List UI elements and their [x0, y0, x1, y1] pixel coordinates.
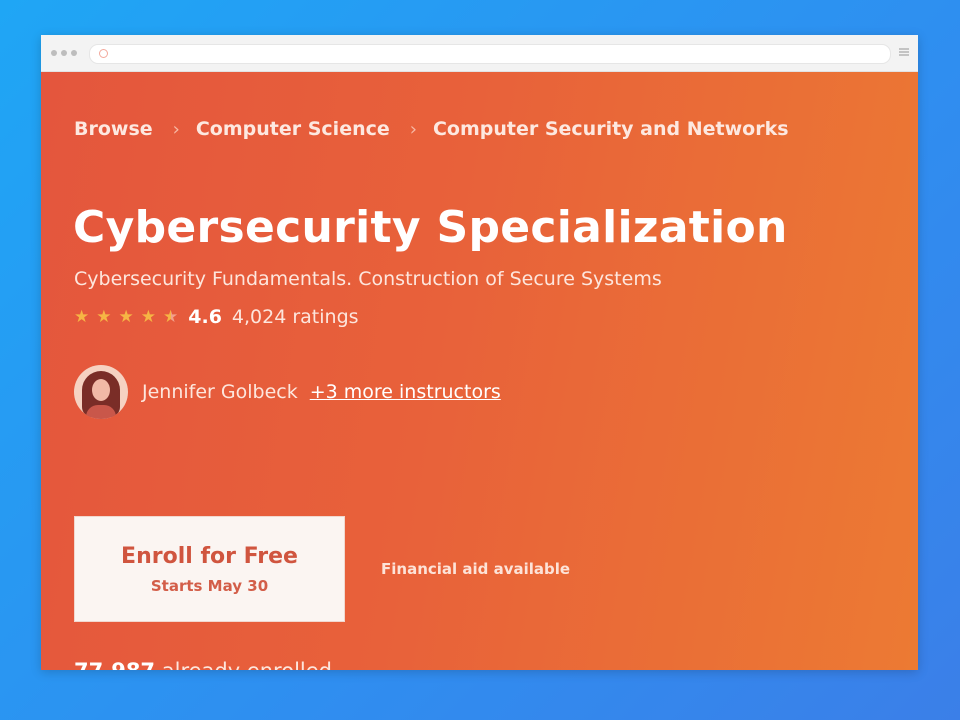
- star-icon: ★: [140, 306, 156, 327]
- enroll-button-label: Enroll for Free: [121, 543, 298, 569]
- chevron-right-icon: ›: [172, 118, 180, 140]
- star-rating: ★ ★ ★ ★ ★: [74, 306, 179, 327]
- window-dot[interactable]: [71, 50, 77, 56]
- site-icon: [99, 49, 108, 58]
- chevron-right-icon: ›: [409, 118, 417, 140]
- address-bar[interactable]: [89, 44, 891, 64]
- course-hero: Browse › Computer Science › Computer Sec…: [41, 72, 918, 670]
- star-icon: ★: [96, 306, 112, 327]
- breadcrumb: Browse › Computer Science › Computer Sec…: [74, 118, 789, 140]
- breadcrumb-browse[interactable]: Browse: [74, 118, 153, 140]
- breadcrumb-computer-science[interactable]: Computer Science: [196, 118, 390, 140]
- financial-aid-link[interactable]: Financial aid available: [381, 560, 570, 578]
- star-icon: ★: [74, 306, 90, 327]
- rating-row: ★ ★ ★ ★ ★ 4.6 4,024 ratings: [74, 306, 359, 328]
- enrolled-number: 77,987: [74, 659, 155, 670]
- hamburger-menu-icon[interactable]: [899, 48, 909, 57]
- avatar[interactable]: [74, 365, 128, 419]
- more-instructors-link[interactable]: +3 more instructors: [310, 381, 501, 403]
- rating-count[interactable]: 4,024 ratings: [232, 306, 359, 328]
- half-star-icon: ★: [163, 306, 179, 327]
- window-controls[interactable]: [51, 50, 77, 56]
- course-subtitle: Cybersecurity Fundamentals. Construction…: [74, 268, 662, 290]
- enroll-start-date: Starts May 30: [150, 576, 269, 595]
- enroll-button[interactable]: Enroll for Free Starts May 30: [74, 516, 345, 622]
- rating-value: 4.6: [188, 306, 222, 328]
- star-icon: ★: [118, 306, 134, 327]
- browser-window: Browse › Computer Science › Computer Sec…: [41, 35, 918, 670]
- instructor-row: Jennifer Golbeck +3 more instructors: [74, 365, 501, 419]
- page-title: Cybersecurity Specialization: [73, 202, 788, 253]
- instructor-name[interactable]: Jennifer Golbeck: [142, 381, 298, 403]
- enrolled-count: 77,987 already enrolled: [74, 659, 332, 670]
- window-dot[interactable]: [61, 50, 67, 56]
- breadcrumb-security-networks[interactable]: Computer Security and Networks: [433, 118, 789, 140]
- browser-chrome: [41, 35, 918, 72]
- enrolled-suffix: already enrolled: [162, 659, 332, 670]
- window-dot[interactable]: [51, 50, 57, 56]
